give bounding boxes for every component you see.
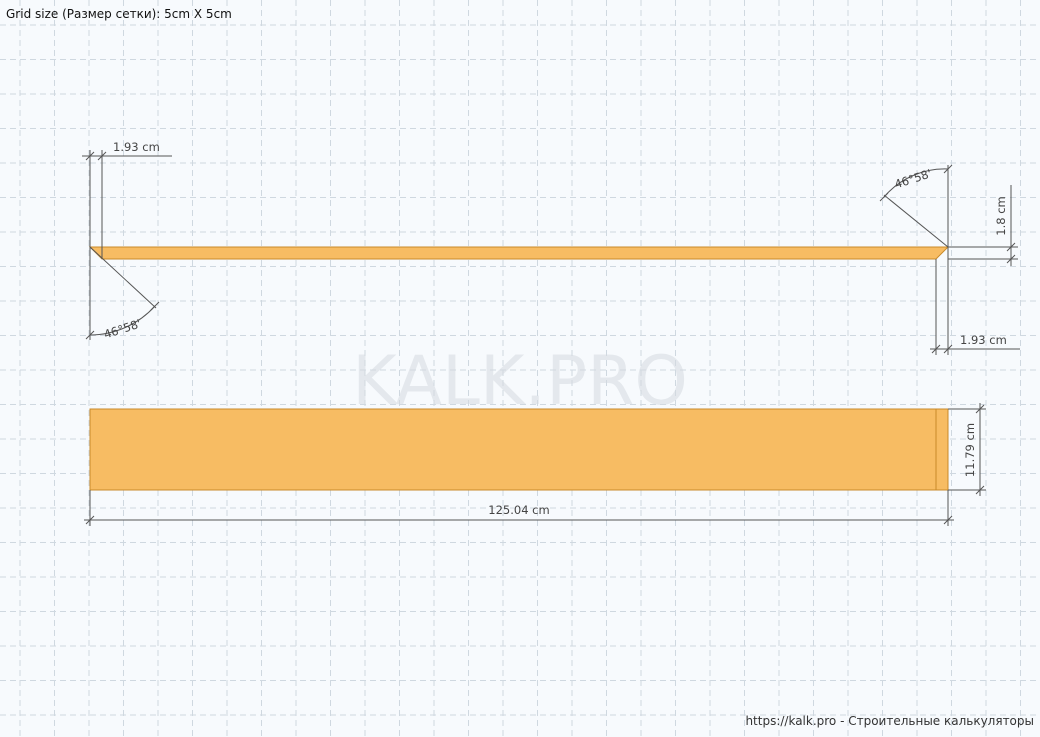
grid-size-label: Grid size (Размер сетки): 5cm X 5cm: [6, 7, 232, 21]
drawing-canvas: KALK.PRO 1.93 cm 46°58' 46°58' 1.8 cm 1.…: [0, 0, 1040, 737]
dim-right-angle-label: 46°58': [893, 166, 934, 191]
footer-link[interactable]: https://kalk.pro - Строительные калькуля…: [745, 714, 1034, 728]
side-view: 1.93 cm 46°58' 46°58' 1.8 cm 1.93 cm: [82, 140, 1020, 355]
dim-top-left-offset-label: 1.93 cm: [113, 140, 160, 154]
dim-length-label: 125.04 cm: [488, 503, 549, 517]
dim-thickness-label: 1.8 cm: [994, 196, 1008, 235]
dim-bottom-right-offset-label: 1.93 cm: [960, 333, 1007, 347]
dim-width-label: 11.79 cm: [963, 423, 977, 477]
dim-right-angle: [879, 164, 953, 355]
board-side-profile: [88, 246, 950, 260]
dim-left-angle-label: 46°58': [102, 316, 143, 341]
board-top-face: [89, 408, 949, 491]
